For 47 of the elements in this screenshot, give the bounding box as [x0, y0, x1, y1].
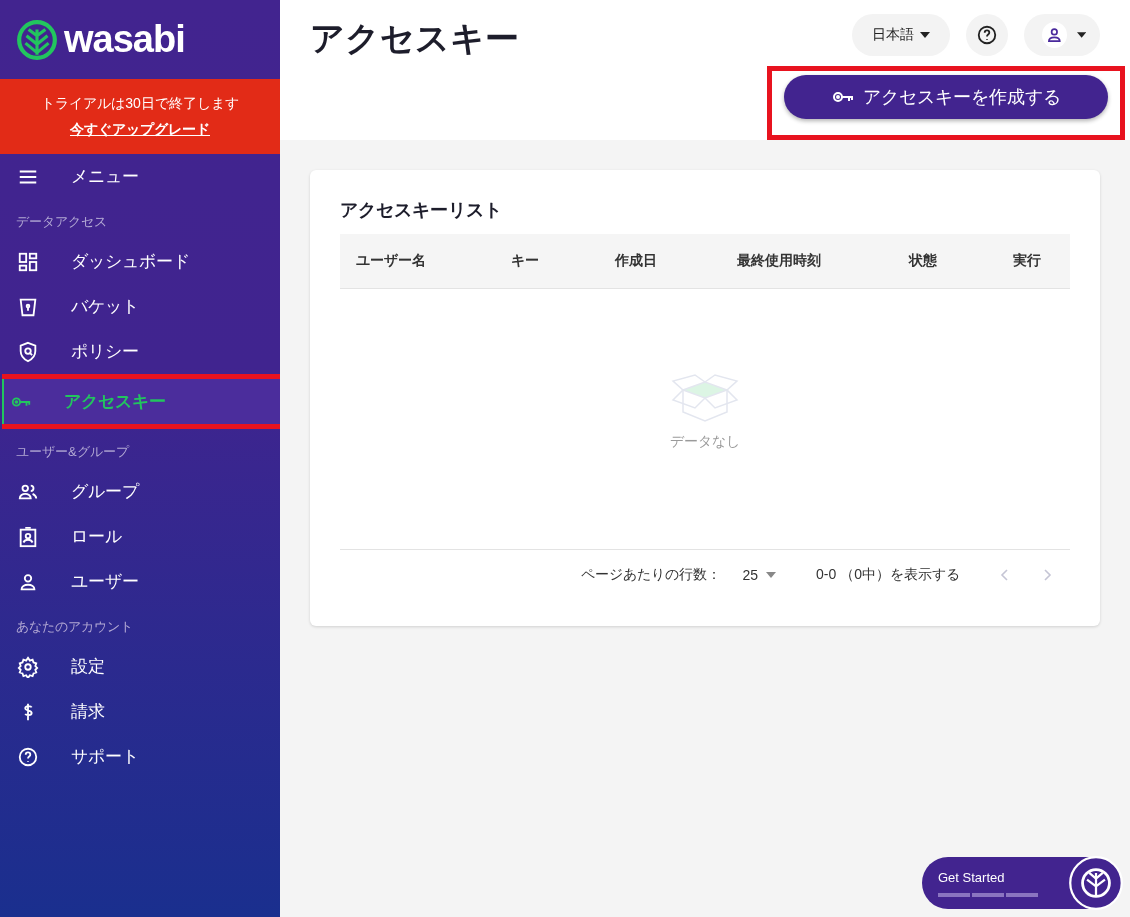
settings-icon [17, 655, 39, 678]
language-selector[interactable]: 日本語 [852, 14, 950, 56]
nav-item[interactable]: ロール [0, 514, 280, 559]
logo-text: wasabi [64, 18, 185, 61]
section-label: あなたのアカウント [15, 618, 134, 636]
create-access-key-button[interactable]: アクセスキーを作成する [784, 75, 1108, 119]
nav-item[interactable]: ポリシー [0, 329, 280, 374]
page-range: 0-0 （0中）を表示する [816, 566, 960, 584]
shield-icon [17, 340, 39, 363]
id-badge-icon [17, 525, 39, 548]
nav-item[interactable]: 設定 [0, 644, 280, 689]
rows-per-page-select[interactable]: 25 [736, 566, 783, 584]
help-button[interactable] [966, 14, 1008, 56]
logo-icon [16, 18, 58, 61]
upgrade-link[interactable]: 今すぐアップグレード [70, 120, 210, 139]
help-icon [976, 24, 998, 46]
empty-box-icon [670, 373, 740, 423]
column-header[interactable]: 最終使用時刻 [737, 252, 821, 270]
logo-icon [1068, 855, 1124, 911]
empty-text: データなし [670, 433, 740, 451]
column-header[interactable]: 実行 [1013, 252, 1041, 270]
dashboard-icon [17, 250, 39, 273]
menu-toggle[interactable]: メニュー [0, 154, 280, 199]
rows-per-page-label: ページあたりの行数： [580, 566, 721, 584]
caret-icon [766, 572, 777, 578]
user-menu-button[interactable] [1024, 14, 1100, 56]
section-label: データアクセス [15, 213, 108, 231]
column-header[interactable]: 作成日 [615, 252, 657, 270]
nav-item[interactable]: バケット [0, 284, 280, 329]
section-label: ユーザー&グループ [15, 443, 131, 461]
nav-item[interactable]: ダッシュボード [0, 239, 280, 284]
column-header[interactable]: ユーザー名 [356, 252, 426, 270]
trial-message: トライアルは30日で終了します [41, 94, 239, 113]
get-started-label: Get Started [938, 869, 1006, 885]
nav-item[interactable]: アクセスキー [2, 379, 281, 424]
page-title: アクセスキー [310, 18, 519, 59]
column-header[interactable]: キー [511, 252, 539, 270]
caret-icon [920, 32, 930, 38]
caret-icon [1076, 32, 1086, 38]
nav-item[interactable]: 請求 [0, 689, 280, 734]
nav-item[interactable]: ユーザー [0, 559, 280, 604]
nav-item[interactable]: グループ [0, 469, 280, 514]
nav-item[interactable]: サポート [0, 734, 280, 779]
column-header[interactable]: 状態 [909, 252, 937, 270]
help-icon [17, 745, 39, 768]
card-title: アクセスキーリスト [340, 199, 503, 222]
person-icon [1042, 22, 1067, 48]
